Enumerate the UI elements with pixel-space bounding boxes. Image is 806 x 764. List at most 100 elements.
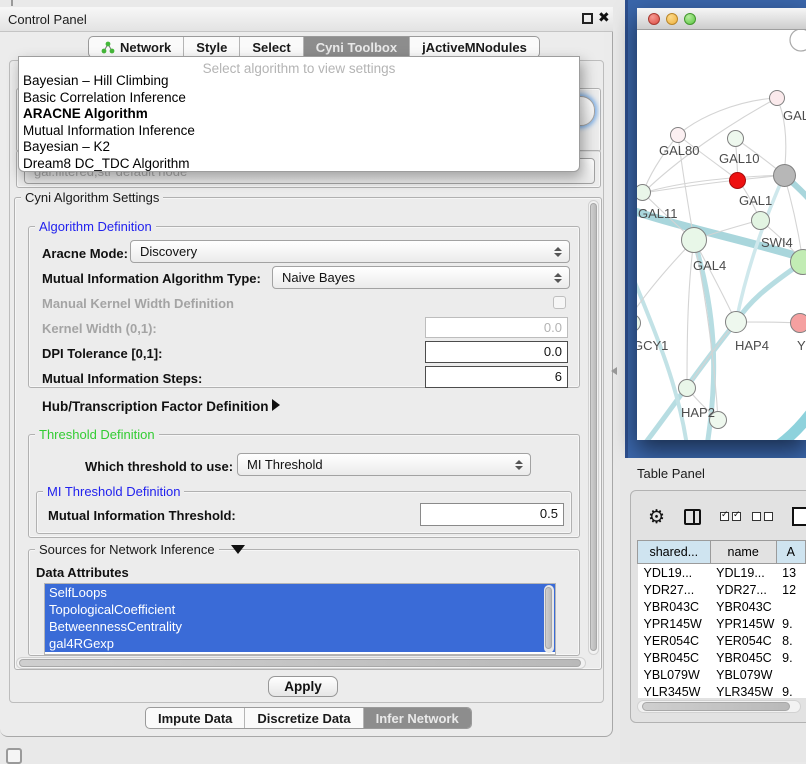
threshold-definition-title: Threshold Definition [35,427,159,442]
network-node-red[interactable] [729,172,746,189]
attributes-vscrollbar-thumb[interactable] [545,587,552,649]
hub-definition-label[interactable]: Hub/Transcription Factor Definition [42,399,269,414]
sources-group-title: Sources for Network Inference [35,542,219,557]
table-row[interactable]: YLR345WYLR345W9. [638,683,806,698]
mi-steps-label: Mutual Information Steps: [42,371,202,386]
data-attributes-label: Data Attributes [36,565,129,580]
table-row[interactable]: YPR145WYPR145W9. [638,615,806,632]
algorithm-definition-title: Algorithm Definition [35,219,156,234]
combo-stepper-icon [554,273,562,283]
show-columns-icon[interactable] [720,512,741,521]
manual-kernel-label: Manual Kernel Width Definition [42,296,234,311]
settings-hscrollbar-thumb[interactable] [19,659,581,667]
tab-cyni-toolbox[interactable]: Cyni Toolbox [304,37,410,57]
apply-button[interactable]: Apply [268,676,338,697]
algorithm-item[interactable]: Bayesian – K2 [21,139,579,156]
attribute-item-selected[interactable]: SelfLoops [45,584,555,601]
table-row[interactable]: YBR043CYBR043C [638,598,806,615]
tab-infer-network[interactable]: Infer Network [364,708,471,728]
window-close-icon[interactable] [648,13,660,25]
mi-steps-field[interactable]: 6 [425,366,568,388]
algorithm-item[interactable]: Dream8 DC_TDC Algorithm [21,156,579,173]
settings-hscrollbar[interactable] [16,657,586,669]
network-node-hap2[interactable] [678,379,696,397]
algorithm-item[interactable]: Basic Correlation Inference [21,90,579,107]
node-label: HAP2 [681,405,715,420]
combo-stepper-icon [515,460,523,470]
network-node-hap4[interactable] [725,311,747,333]
dropdown-placeholder: Select algorithm to view settings [19,61,579,76]
gear-icon[interactable]: ⚙ [648,506,665,529]
network-view-window: GAL GAL80 GAL10 GAL1 GAL11 SWI4 GAL4 GCY… [637,8,806,440]
collapse-arrow-icon[interactable] [272,399,280,411]
node-label: GAL [783,108,806,123]
table-row[interactable]: YBL079WYBL079W [638,666,806,683]
attribute-item-selected[interactable]: BetweennessCentrality [45,618,555,635]
control-panel-tabbar: Network Style Select Cyni Toolbox jActiv… [88,36,540,58]
tab-impute-data[interactable]: Impute Data [146,708,245,728]
mi-type-label: Mutual Information Algorithm Type: [42,271,261,286]
table-row[interactable]: YDR27...YDR27...12 [638,581,806,598]
bottom-tabbar: Impute Data Discretize Data Infer Networ… [145,707,472,729]
network-tab-icon [101,41,115,54]
tab-select[interactable]: Select [240,37,303,57]
attributes-vscrollbar[interactable] [544,585,554,653]
node-label: GAL11 [638,206,678,221]
control-panel-title: Control Panel [8,12,87,27]
tab-network[interactable]: Network [89,37,184,57]
mi-type-combo[interactable]: Naive Bayes [272,266,570,289]
tab-jactivemnodules[interactable]: jActiveMNodules [410,37,539,57]
table-hscrollbar[interactable] [637,700,801,713]
node-label: SWI4 [761,235,793,250]
table-row[interactable]: YER054CYER054C8. [638,632,806,649]
expand-arrow-icon[interactable] [231,545,245,554]
close-icon[interactable]: ✖ [598,9,610,26]
window-zoom-icon[interactable] [684,13,696,25]
manual-kernel-checkbox[interactable] [553,296,566,309]
float-window-icon[interactable] [582,13,593,24]
screen: Control Panel ✖ Network Style Select Cyn… [0,0,806,762]
column-header-partial[interactable]: A [776,541,805,564]
network-node[interactable] [769,90,785,106]
settings-vscrollbar[interactable] [588,200,599,655]
data-attributes-list[interactable]: SelfLoops TopologicalCoefficient Between… [44,583,556,655]
settings-vscrollbar-thumb[interactable] [590,203,597,651]
network-node-gray[interactable] [773,164,796,187]
attribute-item-selected[interactable]: TopologicalCoefficient [45,601,555,618]
aracne-mode-combo[interactable]: Discovery [130,240,570,263]
network-node-gal4[interactable] [681,227,707,253]
combo-stepper-icon [554,247,562,257]
algorithm-item[interactable]: Mutual Information Inference [21,123,579,140]
window-minimize-icon[interactable] [666,13,678,25]
node-label: Y [797,338,806,353]
network-canvas[interactable]: GAL GAL80 GAL10 GAL1 GAL11 SWI4 GAL4 GCY… [637,30,806,440]
mi-threshold-field[interactable]: 0.5 [420,503,564,526]
dpi-tolerance-field[interactable]: 0.0 [425,341,568,363]
split-divider-arrow-icon[interactable] [611,367,617,375]
node-label: GAL10 [719,151,759,166]
table-row[interactable]: YDL19...YDL19...13 [638,564,806,582]
aracne-mode-label: Aracne Mode: [42,246,128,261]
node-label: GAL80 [659,143,699,158]
network-node-salmon[interactable] [790,313,806,333]
node-label: GCY1 [637,338,668,353]
kernel-width-field[interactable]: 0.0 [425,317,568,338]
node-table[interactable]: shared... name A YDL19...YDL19...13 YDR2… [637,540,806,698]
column-header-name[interactable]: name [710,541,776,564]
table-hscrollbar-thumb[interactable] [642,702,790,711]
network-node-gal1[interactable] [751,211,770,230]
page-icon[interactable] [792,507,806,526]
hide-columns-icon[interactable] [752,512,773,521]
network-node-gal10[interactable] [727,130,744,147]
columns-icon[interactable] [684,509,701,525]
column-header-shared-name[interactable]: shared... [638,541,711,564]
algorithm-item-selected[interactable]: ARACNE Algorithm [21,106,579,123]
dpi-tolerance-label: DPI Tolerance [0,1]: [42,346,162,361]
tab-discretize-data[interactable]: Discretize Data [245,708,363,728]
tab-style[interactable]: Style [184,37,240,57]
node-label: GAL4 [693,258,726,273]
network-node-gal80[interactable] [670,127,686,143]
which-threshold-combo[interactable]: MI Threshold [237,453,531,476]
table-row[interactable]: YBR045CYBR045C9. [638,649,806,666]
attribute-item-selected[interactable]: gal4RGexp [45,635,555,652]
